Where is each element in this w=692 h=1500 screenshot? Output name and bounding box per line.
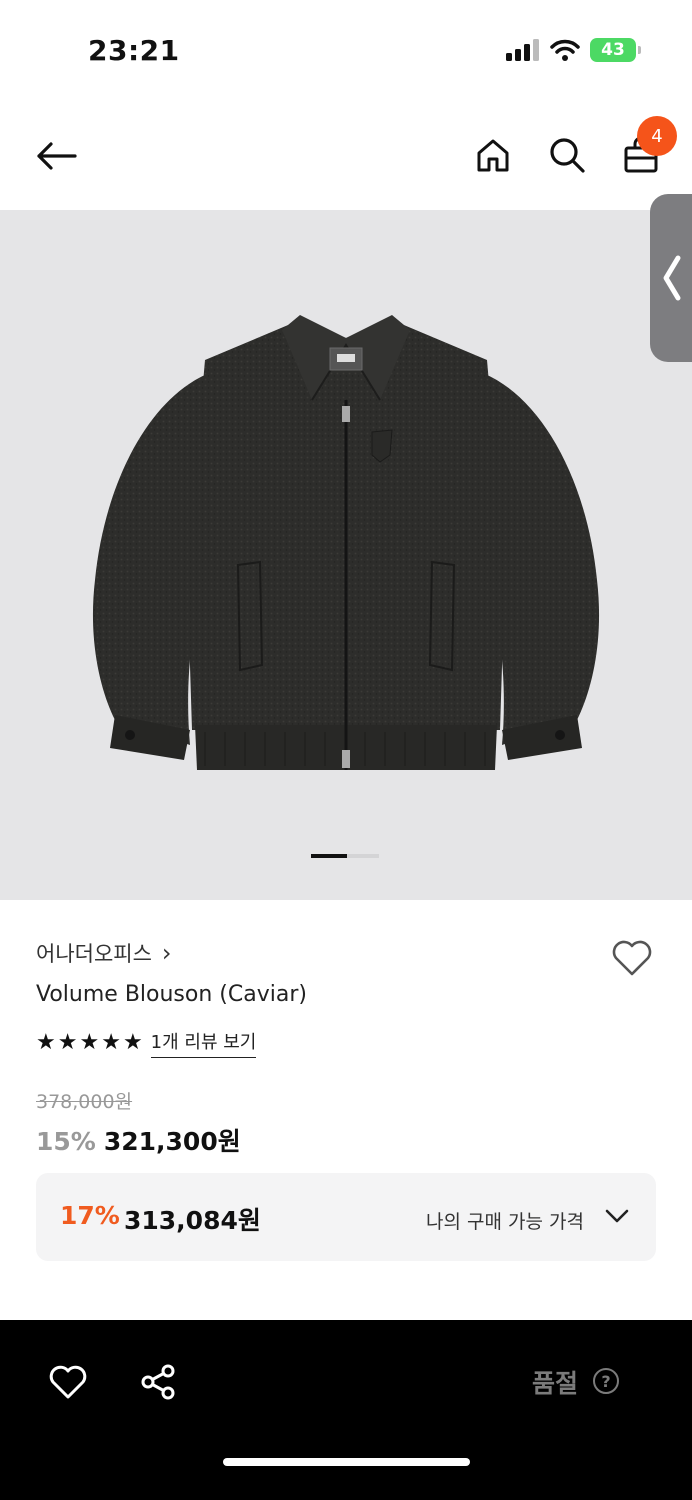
pager-indicator-active <box>311 854 347 858</box>
back-arrow-icon <box>37 142 77 170</box>
search-button[interactable] <box>544 132 590 178</box>
help-circle-icon[interactable]: ? <box>593 1368 619 1394</box>
cart-count-badge: 4 <box>637 116 677 156</box>
chevron-down-icon <box>605 1209 629 1223</box>
wishlist-bottom-button[interactable] <box>46 1360 90 1404</box>
sale-price: 321,300원 <box>103 1127 241 1156</box>
top-nav <box>0 112 692 202</box>
share-button[interactable] <box>136 1360 180 1404</box>
heart-icon <box>49 1365 87 1399</box>
star-icon: ★ <box>122 1030 143 1055</box>
wishlist-button[interactable] <box>610 936 654 980</box>
share-icon <box>141 1364 175 1400</box>
star-icon: ★ <box>36 1030 56 1055</box>
brand-name: 어나더오피스 <box>36 942 152 966</box>
status-icons: 43 <box>506 38 641 62</box>
status-bar: 23:21 43 <box>0 0 692 100</box>
image-pager <box>311 854 379 858</box>
search-icon <box>550 138 585 173</box>
brand-link[interactable]: 어나더오피스 › <box>36 938 172 968</box>
product-image <box>92 315 600 770</box>
chevron-right-icon: › <box>161 939 172 967</box>
my-price-value: 313,084원 <box>124 1206 261 1235</box>
price-row: 15% 321,300원 <box>36 1122 241 1158</box>
pager-indicator-track <box>347 854 379 858</box>
status-time: 23:21 <box>88 34 180 67</box>
review-link[interactable]: 1개 리뷰 보기 <box>150 1028 257 1058</box>
wifi-icon <box>550 39 580 61</box>
rating-row: ★ ★ ★ ★ ★ 1개 리뷰 보기 <box>36 1028 257 1058</box>
home-icon <box>477 139 509 172</box>
my-price-label: 나의 구매 가능 가격 <box>426 1211 584 1233</box>
home-indicator <box>223 1458 470 1466</box>
battery-level: 43 <box>601 40 625 60</box>
bottom-action-bar: 품절 ? <box>0 1320 692 1500</box>
product-name: Volume Blouson (Caviar) <box>36 982 307 1007</box>
home-button[interactable] <box>470 132 516 178</box>
original-price: 378,000원 <box>36 1091 133 1113</box>
chevron-left-icon <box>663 255 681 301</box>
star-icon: ★ <box>57 1030 78 1055</box>
star-icon: ★ <box>79 1030 100 1055</box>
back-button[interactable] <box>30 134 82 178</box>
discount-rate: 15% <box>36 1127 96 1156</box>
my-discount-rate: 17% <box>60 1201 120 1230</box>
product-image-gallery[interactable] <box>0 210 692 900</box>
sold-out-label: 품절 <box>532 1369 579 1398</box>
side-panel-tab[interactable] <box>650 194 692 362</box>
star-icon: ★ <box>101 1030 121 1055</box>
star-rating: ★ ★ ★ ★ ★ <box>36 1032 143 1054</box>
battery-charging-icon: 43 <box>590 38 641 62</box>
cellular-signal-icon <box>506 39 539 61</box>
my-price-dropdown[interactable]: 17% 313,084원 나의 구매 가능 가격 <box>36 1173 656 1261</box>
heart-icon <box>612 940 652 976</box>
